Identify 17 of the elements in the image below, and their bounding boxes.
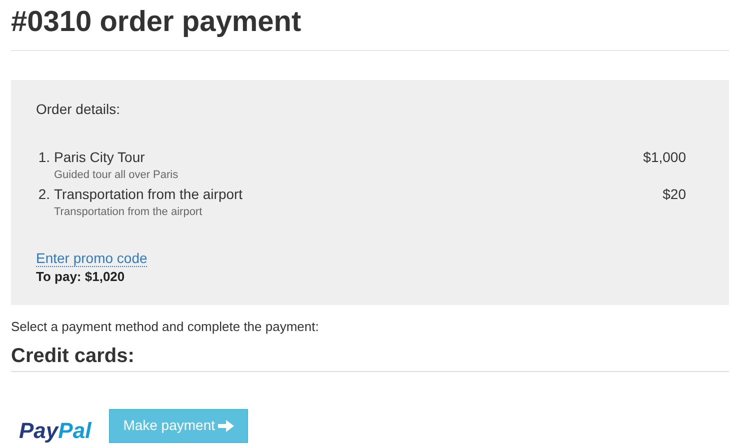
item-price: $1,000: [643, 148, 686, 167]
total-amount: To pay: $1,020: [36, 268, 125, 286]
item-description: Transportation from the airport: [54, 205, 202, 220]
arrow-right-icon: [218, 420, 234, 432]
item-number: 1.: [37, 148, 51, 167]
item-price: $20: [662, 185, 686, 204]
item-name: Paris City Tour: [54, 148, 145, 166]
section-title: Credit cards:: [11, 344, 134, 369]
paypal-logo[interactable]: PayPal: [19, 414, 92, 447]
payment-instruction: Select a payment method and complete the payment:: [11, 318, 319, 336]
item-description: Guided tour all over Paris: [54, 168, 178, 183]
promo-code-link[interactable]: Enter promo code: [36, 250, 148, 267]
item-number: 2.: [37, 185, 51, 204]
order-heading: Order details:: [36, 100, 120, 119]
page-title: #0310 order payment: [11, 5, 302, 40]
make-payment-button[interactable]: Make payment: [109, 408, 248, 442]
item-name: Transportation from the airport: [54, 185, 243, 203]
